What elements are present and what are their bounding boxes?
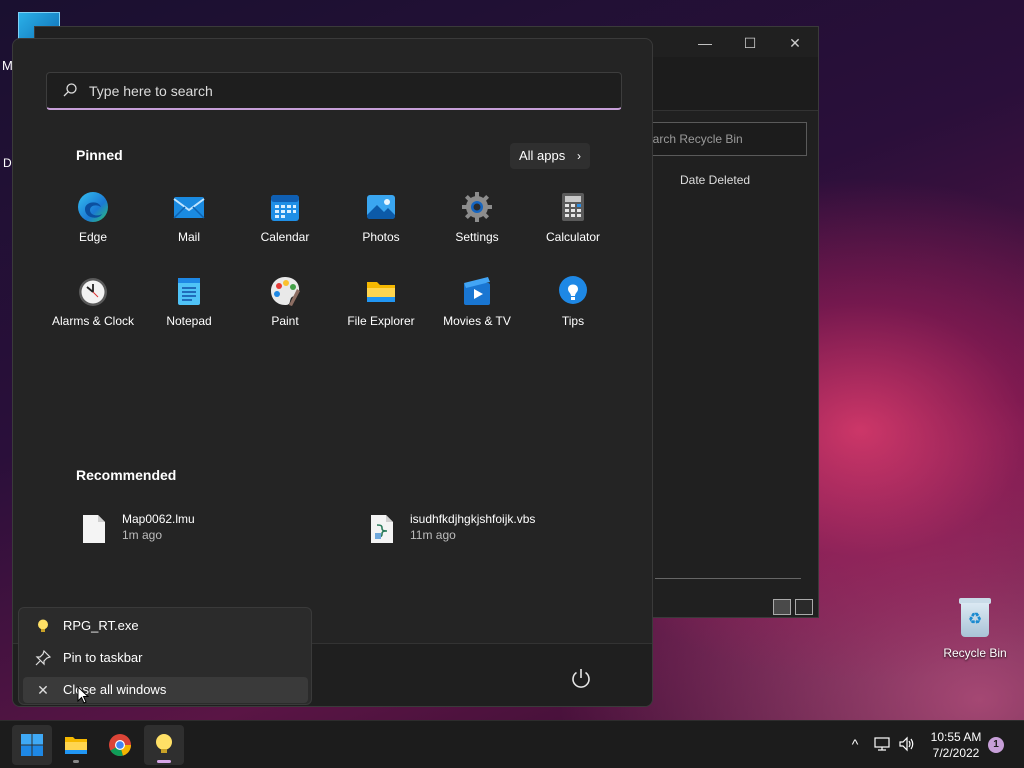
taskbar-jump-list: RPG_RT.exe Pin to taskbar ✕ Close all wi… (18, 607, 312, 705)
pinned-app-calculator[interactable]: Calculator (525, 185, 621, 265)
movies-icon (464, 277, 490, 305)
pinned-app-calendar[interactable]: Calendar (237, 185, 333, 265)
app-name: Photos (362, 230, 400, 244)
recommended-title: Recommended (76, 467, 177, 483)
pinned-app-notepad[interactable]: Notepad (141, 269, 237, 349)
taskbar-clock[interactable]: 10:55 AM 7/2/2022 (924, 729, 988, 761)
app-name: Settings (455, 230, 499, 244)
app-name: Calculator (545, 230, 601, 244)
tips-icon (559, 276, 587, 304)
running-indicator (157, 760, 171, 763)
all-apps-button[interactable]: All apps › (510, 143, 590, 169)
recycle-bin-label: Recycle Bin (943, 646, 1007, 660)
taskbar-chrome[interactable] (100, 725, 140, 765)
mouse-cursor-icon (77, 686, 89, 704)
windows-logo-icon (21, 734, 43, 756)
pinned-app-photos[interactable]: Photos (333, 185, 429, 265)
recommended-file-name: isudhfkdjhgkjshfoijk.vbs (410, 512, 536, 526)
start-button[interactable] (12, 725, 52, 765)
pinned-app-file-explorer[interactable]: File Explorer (333, 269, 429, 349)
pinned-app-movies-tv[interactable]: Movies & TV (429, 269, 525, 349)
recommended-file-name: Map0062.lmu (122, 512, 195, 526)
folder-icon (367, 282, 395, 302)
photos-icon (367, 195, 395, 219)
start-search-input[interactable] (89, 81, 589, 101)
chevron-right-icon: › (577, 149, 581, 163)
recommended-item[interactable]: Map0062.lmu 1m ago (82, 512, 332, 552)
minimize-icon[interactable]: — (690, 32, 720, 54)
lightbulb-icon (35, 618, 51, 634)
pinned-app-tips[interactable]: Tips (525, 269, 621, 349)
recycle-bin-icon: ♻ (958, 596, 992, 638)
horizontal-scrollbar[interactable] (655, 578, 801, 579)
pinned-app-paint[interactable]: Paint (237, 269, 333, 349)
taskbar: ^ 10:55 AM 7/2/2022 1 (0, 720, 1024, 768)
app-name: Mail (177, 230, 200, 244)
app-name: Paint (271, 314, 299, 328)
desktop-recycle-bin[interactable]: ♻ Recycle Bin (940, 596, 1010, 660)
recommended-item[interactable]: isudhfkdjhgkjshfoijk.vbs 11m ago (370, 512, 620, 552)
recommended-file-time: 1m ago (122, 528, 163, 542)
pinned-title: Pinned (76, 147, 123, 163)
start-search-box[interactable] (46, 72, 622, 110)
clock-date: 7/2/2022 (932, 746, 980, 760)
calculator-icon (562, 193, 584, 221)
notepad-icon (178, 278, 200, 305)
details-view-button[interactable] (773, 599, 791, 615)
taskbar-rpg-rt[interactable] (144, 725, 184, 765)
app-name: Notepad (166, 314, 212, 328)
folder-icon (65, 737, 87, 754)
clock-icon (79, 278, 107, 306)
paint-icon (271, 277, 300, 306)
app-name: Edge (78, 230, 108, 244)
recycle-bin-search-input[interactable]: earch Recycle Bin (635, 122, 807, 156)
pin-icon (35, 649, 52, 666)
lightbulb-icon (156, 734, 172, 753)
search-icon (63, 83, 77, 97)
running-indicator (73, 760, 79, 763)
app-name: Movies & TV (443, 314, 511, 328)
pinned-app-mail[interactable]: Mail (141, 185, 237, 265)
clock-time: 10:55 AM (930, 730, 982, 744)
power-icon[interactable] (569, 666, 593, 690)
maximize-icon[interactable]: ☐ (735, 32, 765, 54)
notification-badge[interactable]: 1 (988, 737, 1004, 753)
jumplist-item-app[interactable]: RPG_RT.exe (23, 613, 308, 639)
desktop-label-partial: D (3, 156, 12, 170)
close-icon[interactable]: ✕ (780, 32, 810, 54)
network-icon[interactable] (873, 735, 891, 753)
taskbar-file-explorer[interactable] (56, 725, 96, 765)
script-icon (371, 515, 393, 543)
chrome-icon (109, 734, 132, 757)
pinned-app-alarms-clock[interactable]: Alarms & Clock (45, 269, 141, 349)
jumplist-item-label: RPG_RT.exe (63, 618, 139, 633)
recommended-file-time: 11m ago (410, 528, 456, 542)
app-name: Tips (561, 314, 585, 328)
chevron-up-icon[interactable]: ^ (846, 735, 864, 753)
edge-icon (78, 192, 108, 222)
gear-icon (462, 192, 492, 222)
pinned-app-edge[interactable]: Edge (45, 185, 141, 265)
large-icons-view-button[interactable] (795, 599, 813, 615)
volume-icon[interactable] (898, 735, 916, 753)
app-name: Calendar (260, 230, 310, 244)
pinned-app-settings[interactable]: Settings (429, 185, 525, 265)
calendar-icon (271, 195, 299, 221)
close-icon: ✕ (37, 682, 49, 698)
status-bar (655, 593, 818, 617)
app-name: File Explorer (347, 314, 415, 328)
app-name: Alarms & Clock (51, 314, 134, 328)
all-apps-label: All apps (519, 148, 566, 163)
column-header-date-deleted[interactable]: Date Deleted (680, 173, 750, 187)
document-icon (83, 515, 105, 543)
jumplist-item-close-all[interactable]: ✕ Close all windows (23, 677, 308, 703)
jumplist-item-pin[interactable]: Pin to taskbar (23, 645, 308, 671)
jumplist-item-label: Pin to taskbar (63, 650, 143, 665)
mail-icon (173, 197, 205, 219)
